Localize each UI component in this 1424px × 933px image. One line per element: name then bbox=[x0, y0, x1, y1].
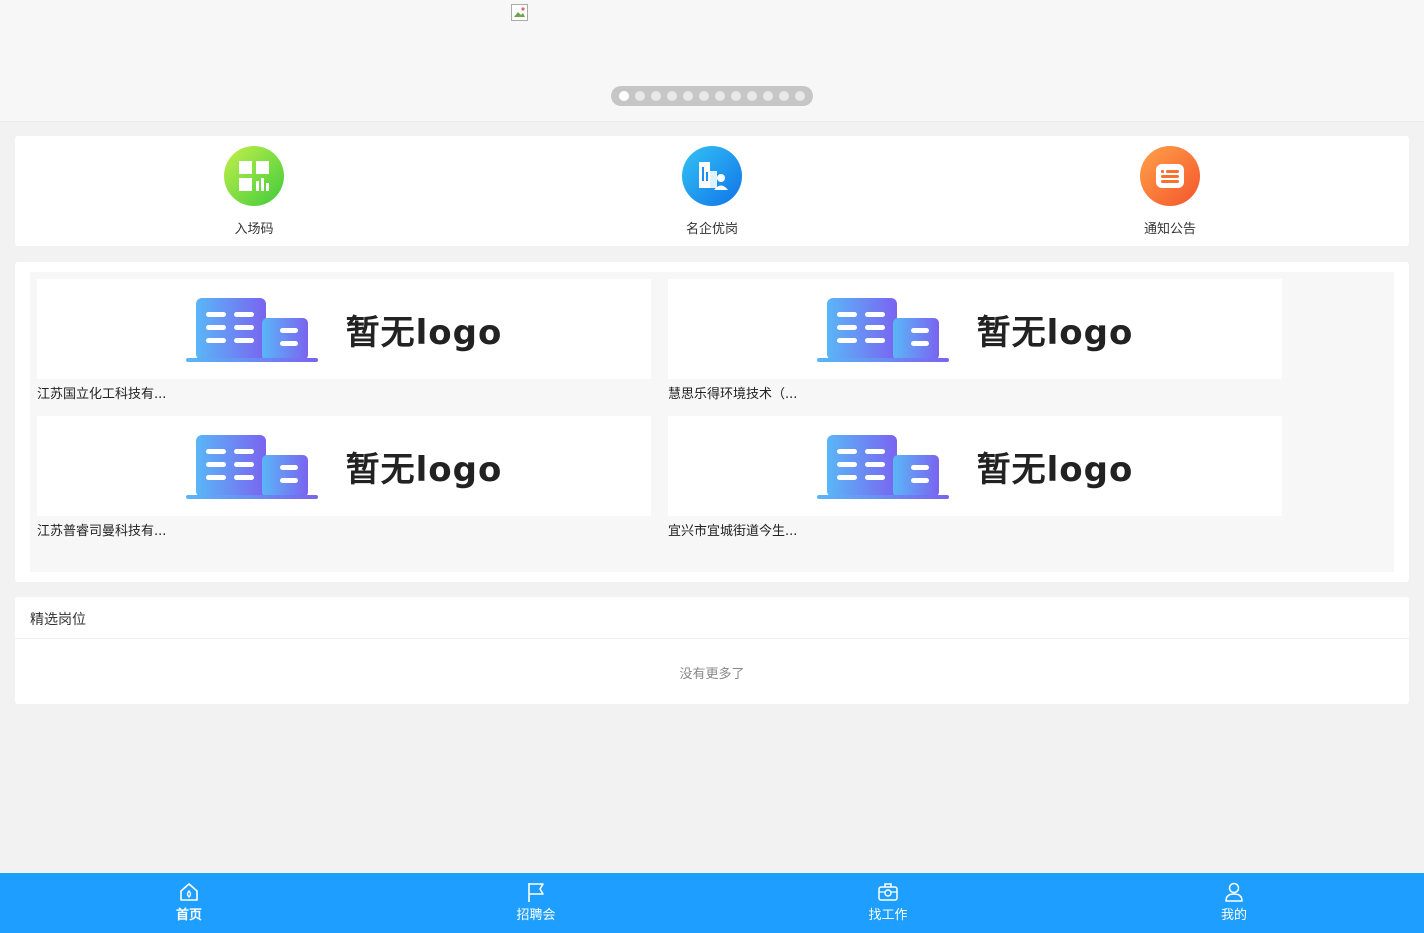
no-logo-text: 暂无logo bbox=[345, 312, 503, 353]
quick-nav-entry-code[interactable]: 入场码 bbox=[184, 146, 324, 237]
building-icon bbox=[185, 298, 318, 362]
job-search-icon bbox=[878, 883, 898, 901]
company-logo-placeholder: 暂无logo bbox=[668, 416, 1282, 516]
tab-label: 首页 bbox=[175, 908, 202, 923]
carousel-dot[interactable] bbox=[763, 91, 773, 101]
notice-list-icon bbox=[1140, 146, 1200, 206]
company-card[interactable]: 暂无logo 江苏普睿司曼科技有... bbox=[37, 416, 651, 539]
no-logo-text: 暂无logo bbox=[345, 449, 503, 490]
quick-nav: 入场码 名企优岗 通知公告 bbox=[15, 136, 1409, 246]
company-name: 江苏国立化工科技有... bbox=[37, 387, 167, 402]
no-logo-text: 暂无logo bbox=[976, 449, 1134, 490]
section-title: 精选岗位 bbox=[15, 597, 1409, 639]
quick-nav-label: 通知公告 bbox=[1143, 222, 1196, 237]
empty-state-text: 没有更多了 bbox=[679, 667, 745, 682]
broken-image-icon bbox=[511, 4, 528, 21]
company-name: 慧思乐得环境技术（... bbox=[668, 387, 798, 402]
flag-icon bbox=[528, 883, 544, 902]
carousel-dot[interactable] bbox=[683, 91, 693, 101]
carousel-dot[interactable] bbox=[667, 91, 677, 101]
carousel-dot[interactable] bbox=[635, 91, 645, 101]
carousel-indicator[interactable] bbox=[611, 86, 813, 106]
tab-job-fair[interactable]: 招聘会 bbox=[491, 881, 581, 923]
tab-find-job[interactable]: 找工作 bbox=[843, 881, 933, 923]
company-card[interactable]: 暂无logo 宜兴市宜城街道今生... bbox=[668, 416, 1282, 539]
company-list: 暂无logo 江苏国立化工科技有... 暂无logo 慧思乐得环境技术（... … bbox=[15, 262, 1409, 582]
building-icon bbox=[185, 435, 318, 499]
quick-nav-top-jobs[interactable]: 名企优岗 bbox=[642, 146, 782, 237]
featured-jobs: 精选岗位 没有更多了 bbox=[15, 597, 1409, 704]
company-name: 宜兴市宜城街道今生... bbox=[668, 524, 798, 539]
no-logo-text: 暂无logo bbox=[976, 312, 1134, 353]
bottom-tab-bar: 首页 招聘会 找工作 我的 bbox=[0, 873, 1424, 933]
tab-home[interactable]: 首页 bbox=[144, 881, 234, 923]
carousel-dot[interactable] bbox=[795, 91, 805, 101]
carousel-dot[interactable] bbox=[731, 91, 741, 101]
carousel-dot[interactable] bbox=[779, 91, 789, 101]
carousel-dot[interactable] bbox=[747, 91, 757, 101]
home-icon bbox=[180, 883, 198, 901]
qr-grid-icon bbox=[224, 146, 284, 206]
company-logo-placeholder: 暂无logo bbox=[37, 279, 651, 379]
carousel-dot[interactable] bbox=[715, 91, 725, 101]
company-name: 江苏普睿司曼科技有... bbox=[37, 524, 167, 539]
quick-nav-label: 入场码 bbox=[234, 222, 274, 237]
user-icon bbox=[1225, 882, 1243, 902]
company-logo-placeholder: 暂无logo bbox=[668, 279, 1282, 379]
company-logo-placeholder: 暂无logo bbox=[37, 416, 651, 516]
quick-nav-label: 名企优岗 bbox=[685, 222, 738, 237]
tab-label: 找工作 bbox=[868, 908, 908, 923]
company-grid: 暂无logo 江苏国立化工科技有... 暂无logo 慧思乐得环境技术（... … bbox=[30, 272, 1394, 572]
carousel-dot[interactable] bbox=[651, 91, 661, 101]
company-card[interactable]: 暂无logo 江苏国立化工科技有... bbox=[37, 279, 651, 402]
tab-label: 我的 bbox=[1220, 908, 1247, 923]
company-card[interactable]: 暂无logo 慧思乐得环境技术（... bbox=[668, 279, 1282, 402]
tab-profile[interactable]: 我的 bbox=[1189, 881, 1279, 923]
building-person-icon bbox=[682, 146, 742, 206]
tab-label: 招聘会 bbox=[516, 908, 556, 923]
building-icon bbox=[816, 435, 949, 499]
carousel-dot[interactable] bbox=[619, 91, 629, 101]
carousel-dot[interactable] bbox=[699, 91, 709, 101]
banner-carousel[interactable] bbox=[0, 0, 1424, 122]
building-icon bbox=[816, 298, 949, 362]
quick-nav-notices[interactable]: 通知公告 bbox=[1100, 146, 1240, 237]
